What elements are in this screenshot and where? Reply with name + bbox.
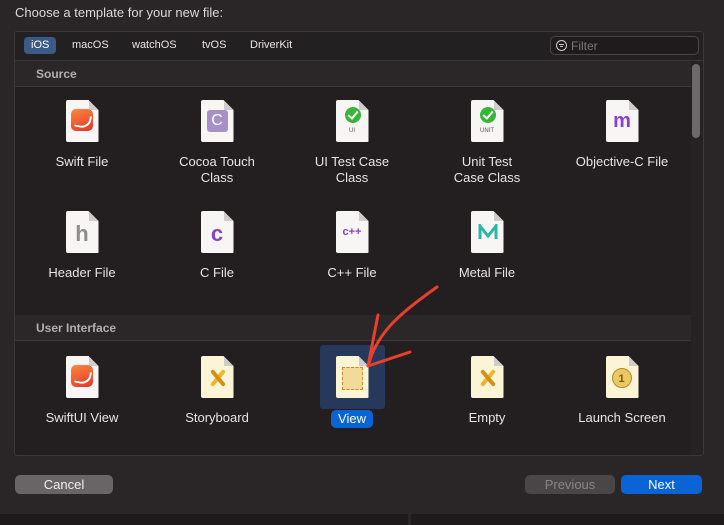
cancel-button[interactable]: Cancel (15, 475, 113, 494)
window-bottom-edge (0, 514, 408, 525)
annotation-arrow-icon (366, 285, 439, 368)
next-button[interactable]: Next (621, 475, 702, 494)
template-chooser-window: { "title": "Choose a template for your n… (0, 0, 724, 525)
previous-button[interactable]: Previous (525, 475, 615, 494)
window-bottom-edge (411, 514, 724, 525)
